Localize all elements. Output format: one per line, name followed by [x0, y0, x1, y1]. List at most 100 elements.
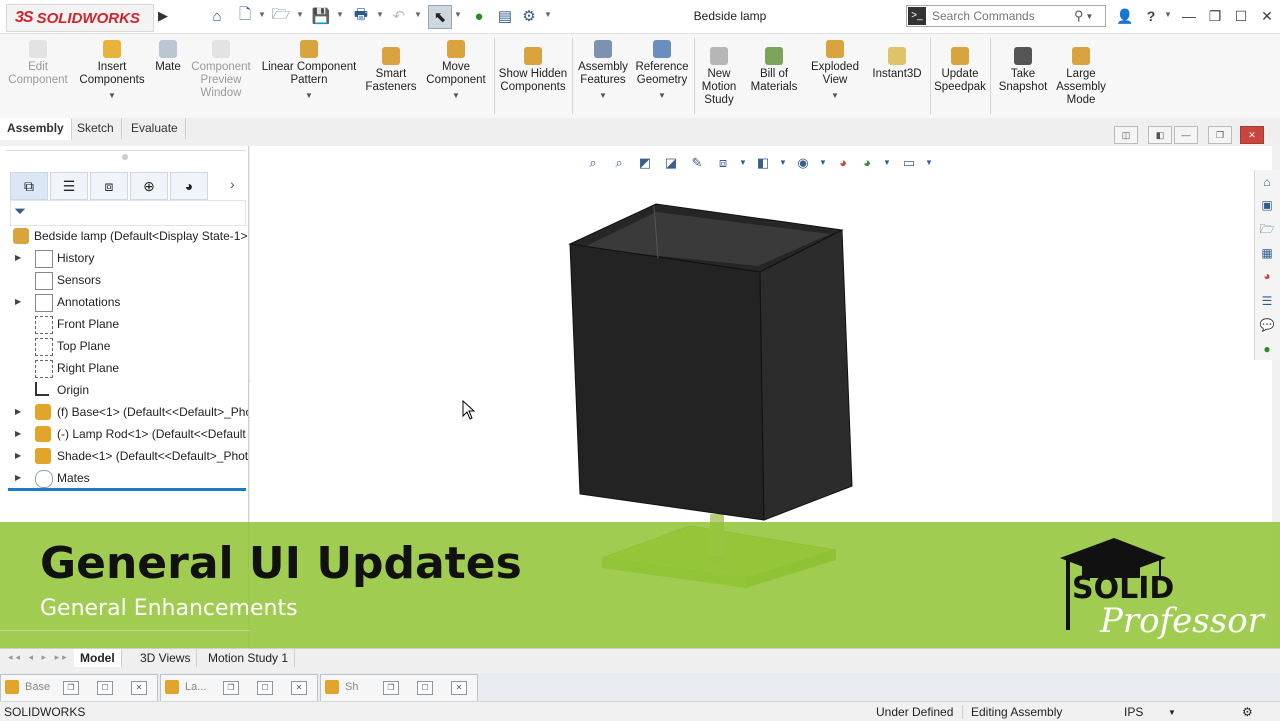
scene-chevron-icon[interactable]: ▼: [878, 154, 896, 172]
bill-of-materials-button[interactable]: Bill of Materials: [746, 47, 802, 94]
linear-component-pattern-button[interactable]: Linear Component Pattern ▼: [258, 40, 360, 102]
tree-item-origin[interactable]: Origin: [0, 379, 248, 401]
add-ins-icon[interactable]: ●: [1256, 339, 1278, 359]
view-orientation-chevron-icon[interactable]: ▼: [734, 154, 752, 172]
doc-window-base[interactable]: Base ❐ ☐ ✕: [0, 674, 158, 702]
select-dropdown-chevron-icon[interactable]: ▼: [454, 10, 462, 19]
maximize-button[interactable]: ☐: [1230, 6, 1252, 26]
custom-properties-icon[interactable]: ☰: [1256, 291, 1278, 311]
doc-window-shade[interactable]: Sh ❐ ☐ ✕: [320, 674, 478, 702]
open-folder-icon[interactable]: 🗁: [270, 5, 292, 27]
tab-model[interactable]: Model: [74, 649, 122, 667]
zoom-to-area-icon[interactable]: ⌕: [610, 154, 628, 172]
view-settings-chevron-icon[interactable]: ▼: [920, 154, 938, 172]
close-button[interactable]: ✕: [1256, 6, 1278, 26]
customize-statusbar-icon[interactable]: ⚙: [1242, 705, 1253, 719]
options-dropdown-chevron-icon[interactable]: ▼: [544, 10, 552, 19]
tab-scroll-arrows-icon[interactable]: ◂◂ ◂ ▸ ▸▸: [8, 652, 70, 663]
doc-maximize-icon[interactable]: ☐: [97, 681, 113, 695]
tree-item-top-plane[interactable]: Top Plane: [0, 335, 248, 357]
mate-button[interactable]: Mate: [152, 40, 184, 74]
expand-arrow-icon[interactable]: ▶: [15, 291, 21, 313]
configurationmanager-tab-icon[interactable]: ⧈: [90, 172, 128, 200]
search-icon[interactable]: ⚲: [1074, 8, 1084, 24]
new-document-icon[interactable]: 🗋: [234, 5, 256, 27]
file-properties-icon[interactable]: ▤: [494, 5, 516, 27]
tab-evaluate[interactable]: Evaluate: [124, 118, 186, 139]
insert-components-button[interactable]: Insert Components ▼: [76, 40, 148, 102]
doc-close-icon[interactable]: ✕: [131, 681, 147, 695]
tree-item-lamp-rod[interactable]: ▶ (-) Lamp Rod<1> (Default<<Default: [0, 423, 248, 445]
minimize-button[interactable]: —: [1178, 6, 1200, 26]
doc-restore-icon[interactable]: ❐: [63, 681, 79, 695]
display-style-icon[interactable]: ◧: [754, 154, 772, 172]
file-explorer-icon[interactable]: 🗁: [1256, 219, 1278, 239]
assembly-features-button[interactable]: Assembly Features ▼: [576, 40, 630, 102]
tab-assembly[interactable]: Assembly: [0, 118, 72, 140]
expand-arrow-icon[interactable]: ▶: [15, 467, 21, 489]
expand-arrow-icon[interactable]: ▶: [15, 445, 21, 467]
cascade-windows-icon[interactable]: ◫: [1114, 126, 1138, 144]
rollback-bar[interactable]: [8, 488, 246, 491]
design-library-icon[interactable]: ▣: [1256, 195, 1278, 215]
take-snapshot-button[interactable]: Take Snapshot: [994, 47, 1052, 94]
tree-item-front-plane[interactable]: Front Plane: [0, 313, 248, 335]
solidworks-logo[interactable]: 3S SOLIDWORKS: [6, 4, 154, 32]
options-gear-icon[interactable]: ⚙: [518, 5, 540, 27]
apply-scene-icon[interactable]: ◕: [858, 154, 876, 172]
zoom-to-fit-icon[interactable]: ⌕: [584, 154, 602, 172]
home-icon[interactable]: ⌂: [206, 5, 228, 27]
section-view-icon[interactable]: ◪: [662, 154, 680, 172]
tile-windows-button[interactable]: ❐: [1204, 6, 1226, 26]
tree-root[interactable]: Bedside lamp (Default<Display State-1>: [0, 225, 248, 247]
view-palette-icon[interactable]: ▦: [1256, 243, 1278, 263]
doc-maximize-icon[interactable]: ☐: [257, 681, 273, 695]
display-style-chevron-icon[interactable]: ▼: [774, 154, 792, 172]
panel-splitter-handle[interactable]: [122, 154, 128, 160]
save-dropdown-chevron-icon[interactable]: ▼: [336, 10, 344, 19]
doc-close-button[interactable]: ✕: [1240, 126, 1264, 144]
propertymanager-tab-icon[interactable]: ☰: [50, 172, 88, 200]
doc-minimize-button[interactable]: —: [1174, 126, 1198, 144]
appearances-icon[interactable]: ◕: [1256, 266, 1278, 286]
expand-arrow-icon[interactable]: ▶: [15, 247, 21, 269]
update-speedpak-button[interactable]: Update Speedpak: [932, 47, 988, 94]
dynamic-annotation-icon[interactable]: ✎: [688, 154, 706, 172]
doc-restore-icon[interactable]: ❐: [223, 681, 239, 695]
unit-system[interactable]: IPS: [1124, 705, 1143, 719]
tree-item-annotations[interactable]: ▶ Annotations: [0, 291, 248, 313]
tab-sketch[interactable]: Sketch: [70, 118, 122, 139]
expand-arrow-icon[interactable]: ▶: [15, 423, 21, 445]
exploded-view-button[interactable]: Exploded View ▼: [808, 40, 862, 102]
undo-dropdown-chevron-icon[interactable]: ▼: [414, 10, 422, 19]
undo-icon[interactable]: ↶: [388, 5, 410, 27]
new-motion-study-button[interactable]: New Motion Study: [698, 47, 740, 107]
featuremanager-tab-icon[interactable]: ⧉: [10, 172, 48, 200]
save-icon[interactable]: 💾: [310, 5, 332, 27]
shade-side[interactable]: [759, 229, 853, 521]
doc-close-icon[interactable]: ✕: [451, 681, 467, 695]
menu-expand-arrow-icon[interactable]: ▶: [158, 8, 168, 24]
search-dropdown-chevron-icon[interactable]: ▼: [1086, 12, 1094, 21]
doc-restore-button[interactable]: ❐: [1208, 126, 1232, 144]
reference-geometry-button[interactable]: Reference Geometry ▼: [634, 40, 690, 102]
search-input[interactable]: [930, 8, 1074, 24]
search-commands-box[interactable]: >_ ⚲ ▼: [906, 5, 1106, 27]
hide-show-items-icon[interactable]: ◉: [794, 154, 812, 172]
displaymanager-tab-icon[interactable]: ◕: [170, 172, 208, 200]
select-pointer-icon[interactable]: ⬉: [428, 5, 452, 29]
smart-fasteners-button[interactable]: Smart Fasteners: [364, 47, 418, 94]
edit-appearance-icon[interactable]: ◕: [834, 154, 852, 172]
move-component-button[interactable]: Move Component ▼: [422, 40, 490, 102]
doc-window-lamp-rod[interactable]: La... ❐ ☐ ✕: [160, 674, 318, 702]
insert-components-chevron-icon[interactable]: ▼: [76, 89, 148, 102]
move-component-chevron-icon[interactable]: ▼: [422, 89, 490, 102]
rebuild-traffic-light-icon[interactable]: ●: [468, 5, 490, 27]
view-orientation-icon[interactable]: ⧈: [714, 154, 732, 172]
large-assembly-mode-button[interactable]: Large Assembly Mode: [1054, 47, 1108, 107]
edit-component-button[interactable]: Edit Component: [6, 40, 70, 87]
tile-windows-icon[interactable]: ◧: [1148, 126, 1172, 144]
tree-item-right-plane[interactable]: Right Plane: [0, 357, 248, 379]
instant3d-button[interactable]: Instant3D: [866, 47, 928, 81]
reference-geometry-chevron-icon[interactable]: ▼: [634, 89, 690, 102]
